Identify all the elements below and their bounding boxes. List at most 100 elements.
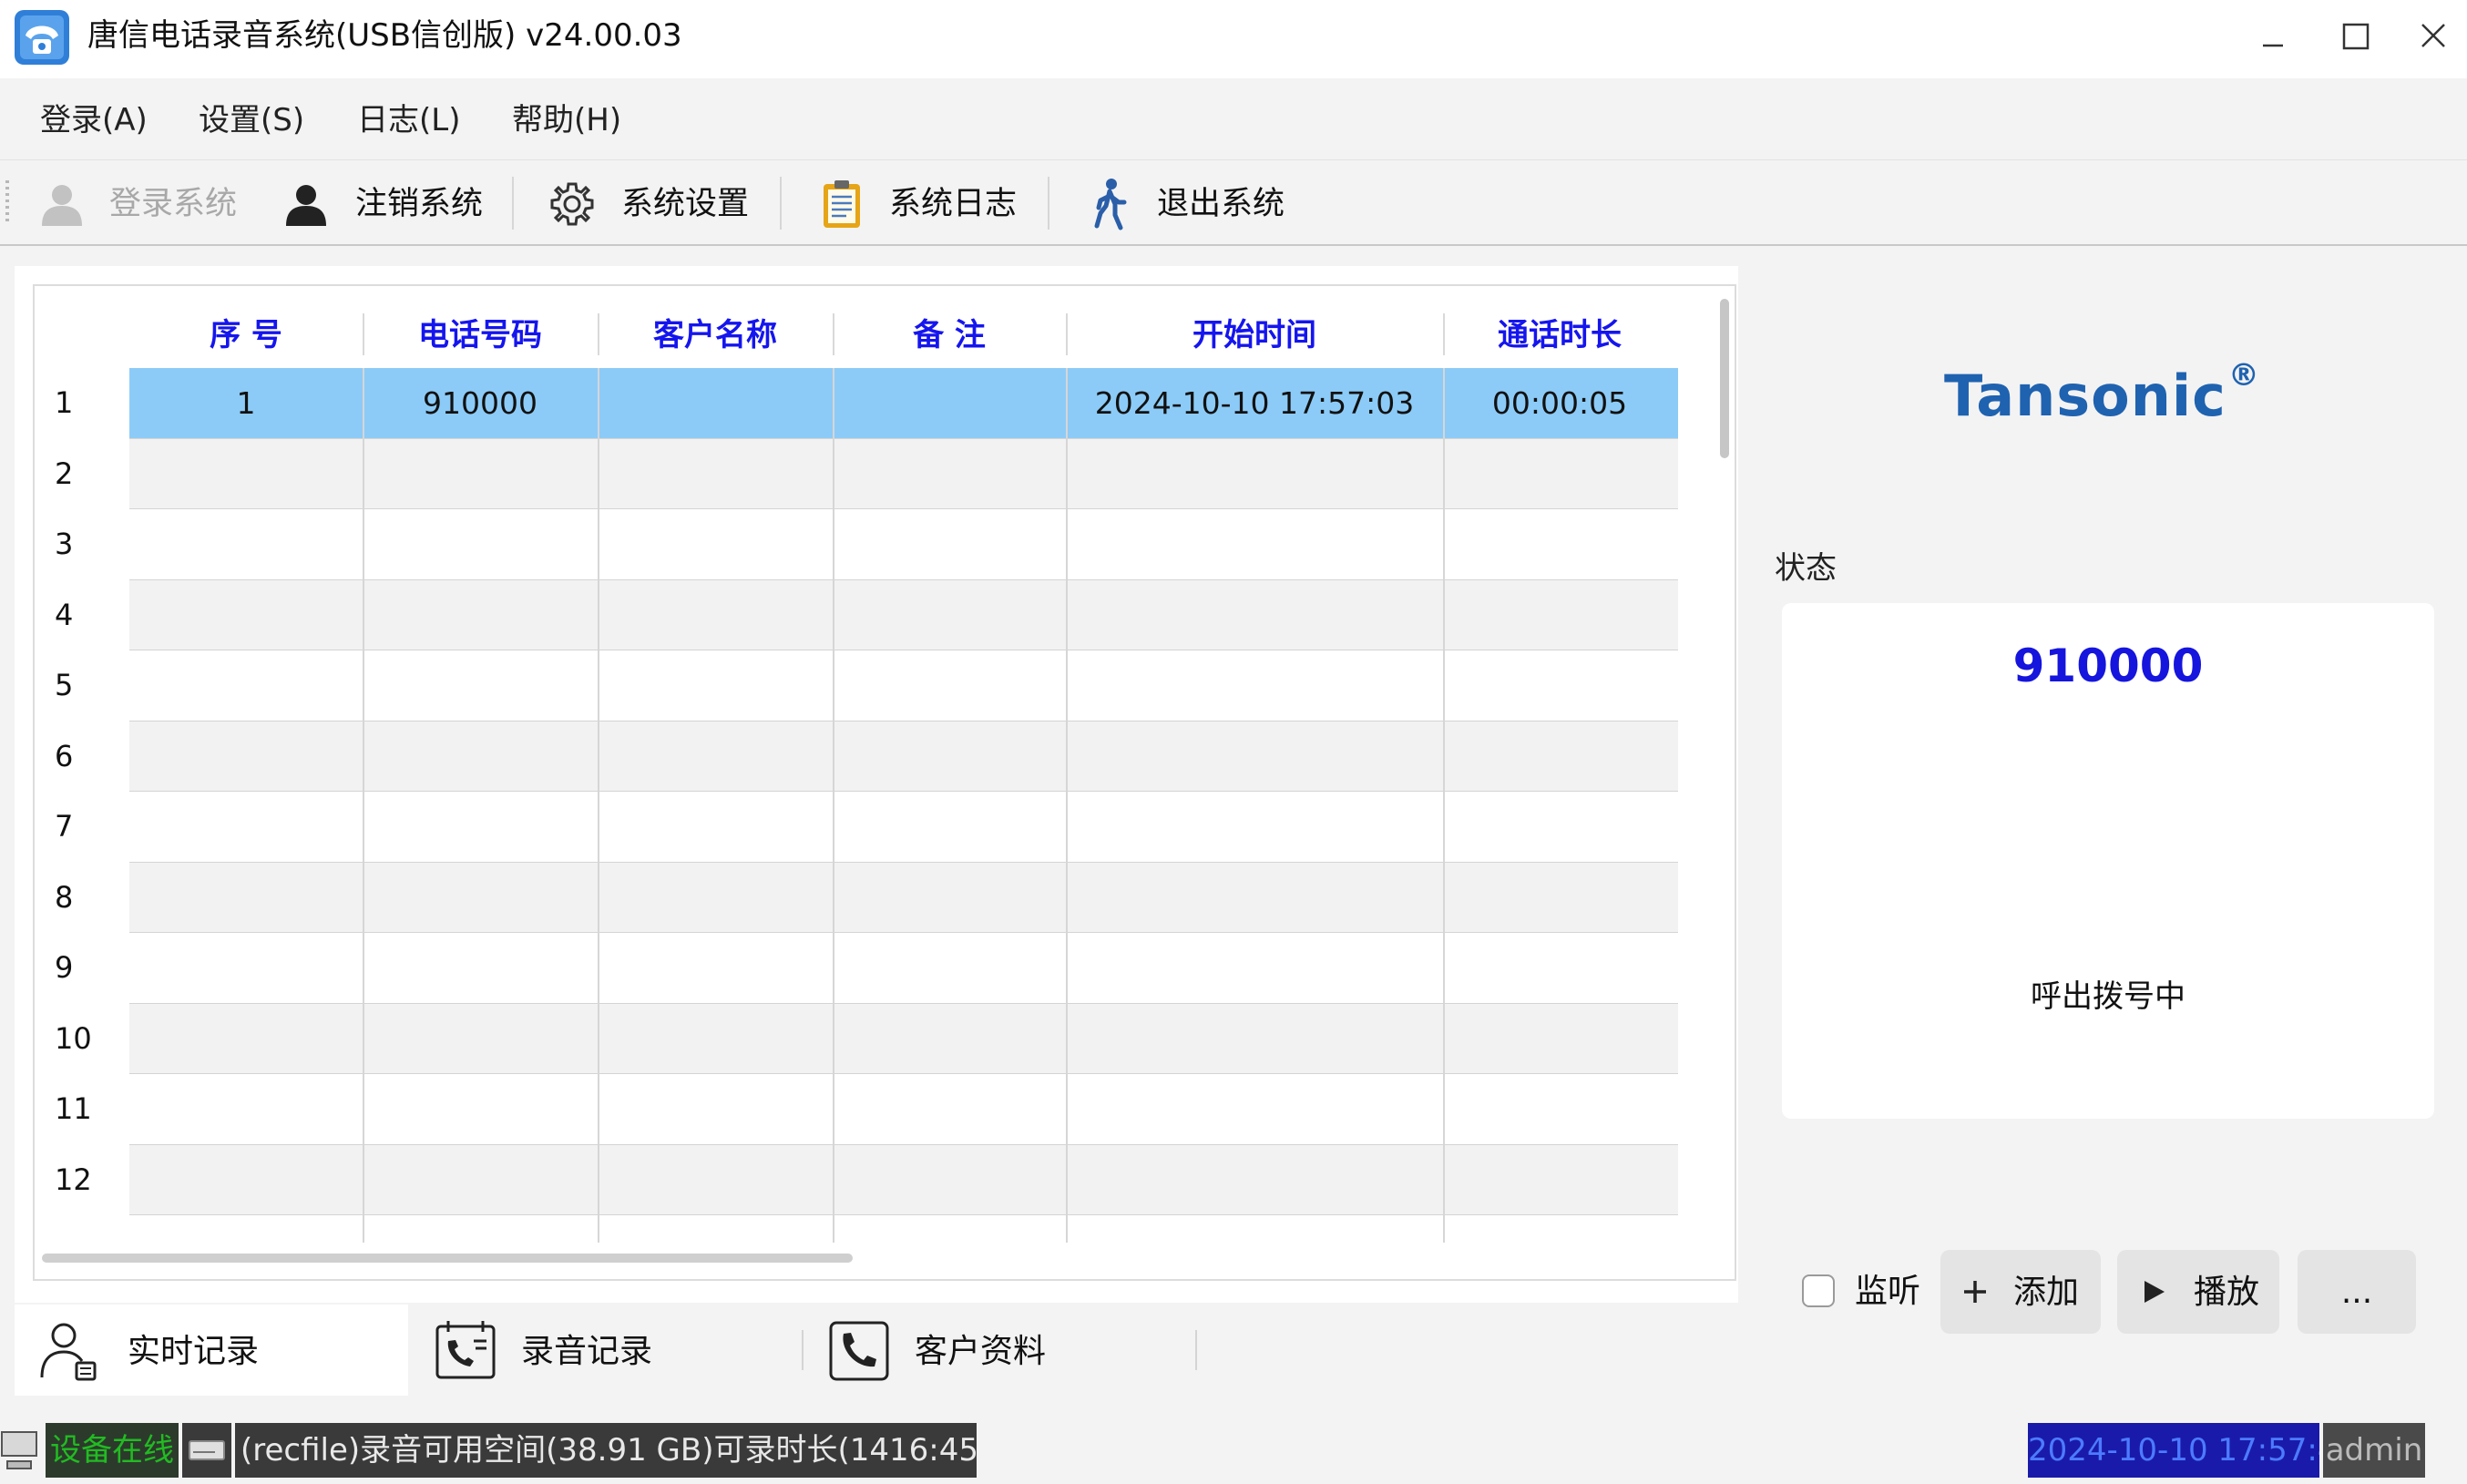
toolbar-separator	[780, 177, 782, 230]
user-icon	[286, 185, 326, 226]
records-panel: 序 号 电话号码 客户名称 备 注 开始时间 通话时长 1 1 910000 2024…	[15, 266, 1738, 1303]
gear-icon	[550, 182, 594, 226]
system-settings-button[interactable]: 系统设置	[545, 160, 763, 244]
tab-recording-records[interactable]: 录音记录	[432, 1305, 787, 1396]
table-cell: 2024-10-10 17:57:03	[1094, 385, 1415, 421]
monitor-label: 监听	[1855, 1273, 1921, 1310]
tab-customer-info[interactable]: 客户资料	[825, 1305, 1181, 1396]
minimize-icon[interactable]	[2241, 9, 2305, 64]
user-record-icon	[40, 1323, 97, 1381]
column-header-start[interactable]: 开始时间	[1066, 306, 1443, 364]
tab-realtime-records[interactable]: 实时记录	[36, 1305, 401, 1396]
menu-log[interactable]: 日志(L)	[357, 78, 460, 159]
system-settings-label: 系统设置	[621, 186, 750, 222]
brand-logo: Tansonic®	[1944, 357, 2260, 429]
toolbar: 登录系统 注销系统 系统设置 系统日志 退出系统	[0, 159, 2467, 246]
close-icon[interactable]	[2401, 9, 2465, 64]
more-button[interactable]: ...	[2298, 1250, 2416, 1334]
table-cell: 910000	[423, 385, 537, 421]
clipboard-icon	[824, 180, 860, 228]
header-divider	[598, 313, 599, 355]
registered-mark: ®	[2227, 357, 2260, 394]
column-header-index[interactable]: 序 号	[129, 306, 363, 364]
vertical-scrollbar[interactable]	[1720, 299, 1729, 458]
menu-login[interactable]: 登录(A)	[40, 78, 148, 159]
column-header-phone[interactable]: 电话号码	[363, 306, 598, 364]
exit-system-label: 退出系统	[1157, 186, 1285, 222]
row-number: 6	[55, 738, 74, 773]
row-number: 7	[55, 809, 74, 844]
column-header-duration[interactable]: 通话时长	[1443, 306, 1676, 364]
maximize-icon[interactable]	[2323, 9, 2387, 64]
add-button-label: 添加	[2013, 1274, 2080, 1311]
toolbar-grip[interactable]	[5, 180, 9, 224]
system-log-label: 系统日志	[889, 186, 1018, 222]
table-row[interactable]	[129, 862, 1678, 933]
row-number: 5	[55, 668, 74, 702]
column-divider	[598, 368, 599, 1243]
menu-settings[interactable]: 设置(S)	[199, 78, 304, 159]
monitor-checkbox[interactable]: 监听	[1802, 1268, 1948, 1319]
header-divider	[1443, 313, 1445, 355]
column-header-remark[interactable]: 备 注	[833, 306, 1066, 364]
row-number: 2	[55, 455, 74, 491]
table-row[interactable]	[129, 509, 1678, 580]
more-button-label: ...	[2340, 1274, 2373, 1311]
table-row[interactable]	[129, 579, 1678, 650]
status-label: 状态	[1775, 550, 1837, 587]
table-cell	[598, 368, 833, 439]
header-divider	[833, 313, 834, 355]
table-row[interactable]	[129, 1074, 1678, 1145]
horizontal-scrollbar[interactable]	[42, 1254, 853, 1263]
tab-divider	[802, 1330, 804, 1370]
logout-system-button[interactable]: 注销系统	[279, 160, 488, 244]
table-row[interactable]	[129, 650, 1678, 722]
play-button[interactable]: 播放	[2117, 1250, 2279, 1334]
walking-person-icon	[1094, 179, 1127, 230]
menu-bar: 登录(A) 设置(S) 日志(L) 帮助(H)	[0, 78, 2467, 159]
storage-info: (recfile)录音可用空间(38.91 GB)可录时长(1416:45:11…	[235, 1423, 977, 1478]
menu-help[interactable]: 帮助(H)	[512, 78, 621, 159]
tab-realtime-label: 实时记录	[128, 1333, 260, 1370]
table-row[interactable]	[129, 721, 1678, 792]
table-row[interactable]	[129, 438, 1678, 509]
status-phone-number: 910000	[2012, 640, 2204, 692]
table-row[interactable]	[129, 1144, 1678, 1215]
column-divider	[363, 368, 364, 1243]
column-divider	[833, 368, 834, 1243]
exit-system-button[interactable]: 退出系统	[1084, 160, 1294, 244]
table-cell	[833, 368, 1066, 439]
table-row[interactable]	[129, 792, 1678, 863]
row-number: 10	[55, 1020, 92, 1056]
table-row[interactable]	[129, 1215, 1678, 1279]
login-system-button[interactable]: 登录系统	[35, 160, 244, 244]
table-cell: 00:00:05	[1491, 385, 1628, 421]
computer-icon	[1, 1431, 37, 1469]
add-button[interactable]: 添加	[1940, 1250, 2101, 1334]
monitor-checkbox-box[interactable]	[1802, 1274, 1835, 1307]
row-number: 11	[55, 1091, 92, 1126]
plus-icon	[1964, 1281, 1986, 1303]
row-number: 3	[55, 527, 74, 561]
drive-icon	[189, 1440, 225, 1460]
phone-contact-icon	[829, 1321, 889, 1381]
tab-divider	[1195, 1330, 1197, 1370]
column-header-customer[interactable]: 客户名称	[598, 306, 833, 364]
title-bar: 唐信电话录音系统(USB信创版) v24.00.03	[0, 0, 2467, 78]
logout-system-label: 注销系统	[355, 186, 484, 222]
user-icon	[42, 185, 82, 226]
table-row[interactable]	[129, 1003, 1678, 1074]
status-bar: 设备在线 (recfile)录音可用空间(38.91 GB)可录时长(1416:…	[0, 1417, 2467, 1484]
current-user: admin	[2323, 1423, 2425, 1478]
column-divider	[1066, 368, 1068, 1243]
column-divider	[1443, 368, 1445, 1243]
status-text: 呼出拨号中	[2031, 978, 2185, 1015]
row-number: 12	[55, 1162, 92, 1197]
current-datetime: 2024-10-10 17:57:46	[2028, 1423, 2319, 1478]
drive-segment	[182, 1423, 231, 1478]
device-status: 设备在线	[46, 1423, 179, 1478]
table-row[interactable]	[129, 933, 1678, 1004]
row-number: 4	[55, 597, 74, 632]
system-log-button[interactable]: 系统日志	[814, 160, 1033, 244]
login-system-label: 登录系统	[109, 186, 238, 222]
